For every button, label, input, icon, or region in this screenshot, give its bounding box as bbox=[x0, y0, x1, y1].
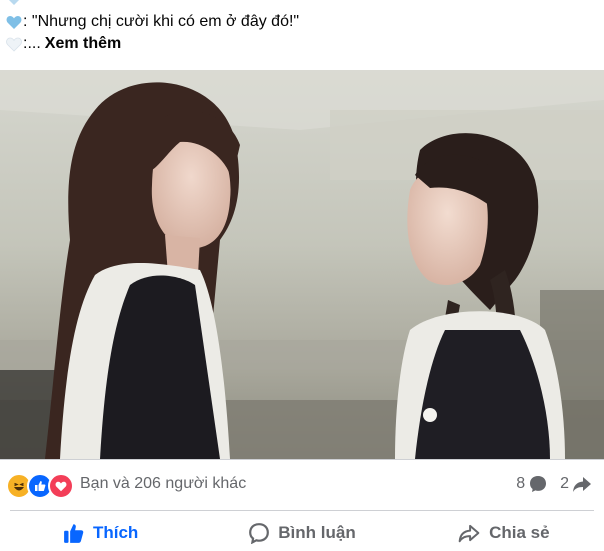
share-label: Chia sẻ bbox=[489, 523, 550, 542]
white-heart-icon bbox=[6, 37, 22, 52]
post-video[interactable] bbox=[0, 70, 604, 459]
caption-truncated: :... bbox=[23, 35, 41, 52]
share-icon bbox=[458, 524, 480, 543]
engagement-counts: 8 2 bbox=[504, 474, 592, 494]
comments-count[interactable]: 8 bbox=[516, 474, 548, 494]
like-label: Thích bbox=[92, 523, 139, 542]
blue-heart-icon bbox=[6, 15, 22, 29]
comment-label: Bình luận bbox=[278, 523, 356, 542]
love-icon bbox=[48, 473, 74, 499]
see-more-link[interactable]: Xem thêm bbox=[45, 34, 121, 54]
reaction-summary-text[interactable]: Bạn và 206 người khác bbox=[80, 475, 246, 493]
post-caption: : "Nhưng chị cười khi có em ở đây đó!" :… bbox=[0, 0, 604, 70]
caption-text: : "Nhưng chị cười khi có em ở đây đó!" bbox=[23, 13, 300, 30]
share-arrow-icon bbox=[573, 477, 591, 492]
video-frame bbox=[0, 70, 604, 459]
caption-line-clipped bbox=[6, 0, 27, 8]
shares-count[interactable]: 2 bbox=[560, 474, 592, 494]
actions-divider bbox=[10, 510, 594, 511]
reactions-summary-row: Bạn và 206 người khác 8 2 bbox=[0, 460, 604, 510]
post-actions-bar: Thích Bình luận Chia sẻ bbox=[0, 515, 604, 551]
reaction-icons[interactable] bbox=[6, 473, 74, 499]
like-button[interactable]: Thích bbox=[0, 515, 201, 551]
caption-line-1: : "Nhưng chị cười khi có em ở đây đó!" bbox=[6, 12, 299, 32]
blue-heart-icon bbox=[9, 0, 19, 5]
thumbs-up-icon bbox=[64, 524, 84, 543]
shares-count-number: 2 bbox=[560, 475, 569, 492]
comment-button[interactable]: Bình luận bbox=[201, 515, 402, 551]
comment-bubble-icon bbox=[530, 476, 547, 492]
caption-line-2: :... Xem thêm bbox=[6, 34, 121, 54]
share-button[interactable]: Chia sẻ bbox=[403, 515, 604, 551]
comment-icon bbox=[249, 523, 270, 544]
comments-count-number: 8 bbox=[516, 475, 526, 492]
